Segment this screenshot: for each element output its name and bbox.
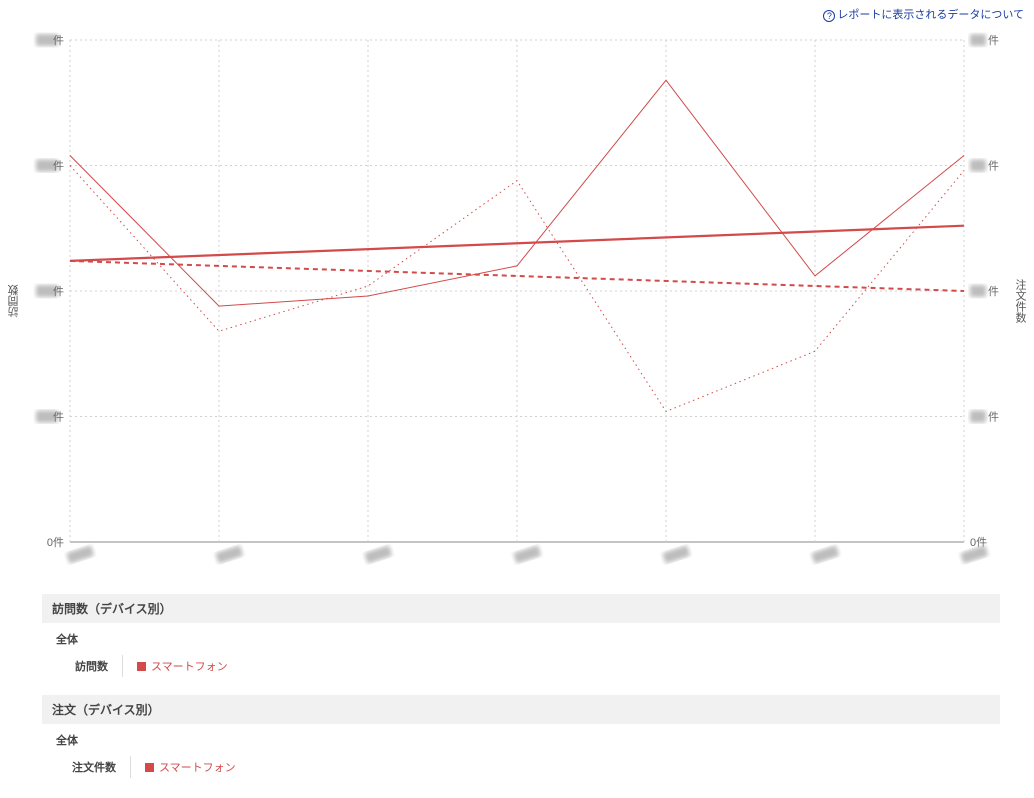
y-right-ticks: 件 件 件 件 0件 [970, 34, 999, 549]
report-data-info-link[interactable]: ?レポートに表示されるデータについて [823, 9, 1024, 21]
svg-text:件: 件 [53, 160, 64, 173]
legend-label-orders: 注文件数 [72, 759, 130, 775]
question-circle-icon: ? [823, 10, 835, 22]
legend-row-orders: 注文件数 スマートフォン [42, 748, 1000, 778]
svg-text:件: 件 [53, 34, 64, 47]
legend-divider [130, 756, 131, 778]
legend-divider [122, 655, 123, 677]
svg-text:件: 件 [988, 285, 999, 298]
section-sub-visits: 全体 [42, 623, 1000, 647]
chart-container: 訪問数 注文件数 件 件 件 件 0件 [8, 26, 1026, 576]
legend-item-label: スマートフォン [159, 759, 236, 775]
legend-label-visits: 訪問数 [72, 658, 122, 674]
svg-text:件: 件 [988, 411, 999, 424]
legend-item-orders-smartphone[interactable]: スマートフォン [145, 759, 236, 775]
section-orders: 注文（デバイス別） 全体 注文件数 スマートフォン [42, 695, 1000, 778]
legend-item-visits-smartphone[interactable]: スマートフォン [137, 658, 228, 674]
svg-text:件: 件 [53, 285, 64, 298]
svg-text:件: 件 [988, 160, 999, 173]
legend-swatch-icon [137, 662, 146, 671]
chart-svg: 件 件 件 件 0件 件 件 件 件 0件 [8, 26, 1026, 576]
series-orders-smartphone [70, 166, 964, 412]
svg-text:件: 件 [988, 34, 999, 47]
svg-text:件: 件 [53, 411, 64, 424]
section-header-orders: 注文（デバイス別） [42, 695, 1000, 724]
legend-item-label: スマートフォン [151, 658, 228, 674]
series-visits-smartphone [70, 80, 964, 306]
report-data-info-link-text: レポートに表示されるデータについて [837, 9, 1024, 21]
y-left-ticks: 件 件 件 件 0件 [36, 34, 64, 549]
section-header-visits: 訪問数（デバイス別） [42, 594, 1000, 623]
section-sub-orders: 全体 [42, 724, 1000, 748]
legend-row-visits: 訪問数 スマートフォン [42, 647, 1000, 677]
y-left-tick-0: 0件 [47, 536, 64, 549]
x-ticks [66, 545, 988, 563]
report-data-info-link-wrap: ?レポートに表示されるデータについて [6, 4, 1028, 26]
legend-swatch-icon [145, 763, 154, 772]
section-visits: 訪問数（デバイス別） 全体 訪問数 スマートフォン [42, 594, 1000, 677]
